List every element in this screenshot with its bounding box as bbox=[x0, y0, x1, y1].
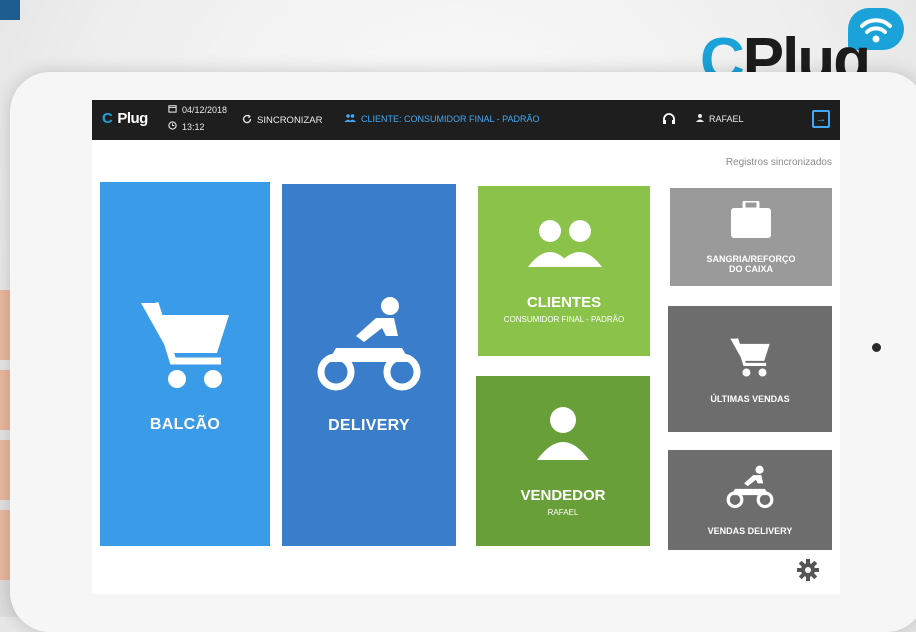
vendedor-tile[interactable]: VENDEDOR RAFAEL bbox=[476, 376, 650, 546]
ultimas-vendas-title: ÚLTIMAS VENDAS bbox=[710, 393, 790, 404]
sangria-title-line1: SANGRIA/REFORÇO bbox=[706, 253, 796, 264]
sangria-tile[interactable]: SANGRIA/REFORÇO DO CAIXA bbox=[670, 188, 832, 286]
sync-label: SINCRONIZAR bbox=[257, 115, 323, 126]
cart-icon bbox=[729, 335, 771, 382]
users-icon bbox=[344, 114, 356, 124]
delivery-title: DELIVERY bbox=[328, 416, 410, 434]
clientes-tile[interactable]: CLIENTES CONSUMIDOR FINAL - PADRÃO bbox=[478, 186, 650, 356]
cart-icon bbox=[139, 295, 231, 394]
vendedor-title: VENDEDOR bbox=[520, 486, 606, 504]
motorcycle-icon bbox=[725, 465, 775, 514]
delivery-tile[interactable]: DELIVERY bbox=[282, 184, 456, 546]
clientes-subtitle: CONSUMIDOR FINAL - PADRÃO bbox=[503, 314, 625, 324]
briefcase-icon bbox=[730, 199, 772, 244]
balcao-title: BALCÃO bbox=[149, 415, 221, 433]
clock-icon bbox=[168, 121, 177, 132]
vendas-delivery-tile[interactable]: VENDAS DELIVERY bbox=[668, 450, 832, 550]
vendas-delivery-title: VENDAS DELIVERY bbox=[707, 525, 793, 536]
time-text: 13:12 bbox=[182, 121, 205, 132]
gear-icon[interactable] bbox=[796, 558, 820, 582]
sync-icon bbox=[242, 114, 252, 127]
calendar-icon bbox=[168, 104, 177, 115]
ultimas-vendas-tile[interactable]: ÚLTIMAS VENDAS bbox=[668, 306, 832, 432]
headset-icon[interactable] bbox=[662, 112, 676, 126]
logout-icon[interactable]: → bbox=[812, 110, 830, 128]
user-icon bbox=[696, 114, 704, 124]
client-label: CLIENTE: CONSUMIDOR FINAL - PADRÃO bbox=[361, 114, 540, 124]
client-selector[interactable]: CLIENTE: CONSUMIDOR FINAL - PADRÃO bbox=[344, 114, 540, 124]
user-name: RAFAEL bbox=[709, 114, 744, 124]
user-menu[interactable]: RAFAEL bbox=[696, 114, 744, 124]
user-icon bbox=[535, 406, 591, 467]
sync-button[interactable]: SINCRONIZAR bbox=[242, 114, 322, 127]
app-logo: C Plug bbox=[102, 110, 148, 127]
top-bar: C Plug 04/12/2018 13:12 SINCRONIZAR CLIEN… bbox=[92, 100, 840, 140]
time-display: 13:12 bbox=[168, 121, 205, 132]
sync-status-text: Registros sincronizados bbox=[725, 157, 832, 168]
sangria-title-line2: DO CAIXA bbox=[728, 263, 773, 274]
tablet-camera bbox=[872, 343, 881, 352]
date-display: 04/12/2018 bbox=[168, 104, 227, 115]
motorcycle-icon bbox=[314, 296, 424, 397]
date-text: 04/12/2018 bbox=[182, 104, 228, 115]
users-icon bbox=[526, 219, 602, 274]
app-screen: C Plug 04/12/2018 13:12 SINCRONIZAR CLIEN… bbox=[92, 100, 840, 594]
clientes-title: CLIENTES bbox=[526, 293, 602, 311]
vendedor-subtitle: RAFAEL bbox=[547, 507, 579, 517]
balcao-tile[interactable]: BALCÃO bbox=[100, 182, 270, 546]
corner-badge bbox=[0, 0, 20, 20]
